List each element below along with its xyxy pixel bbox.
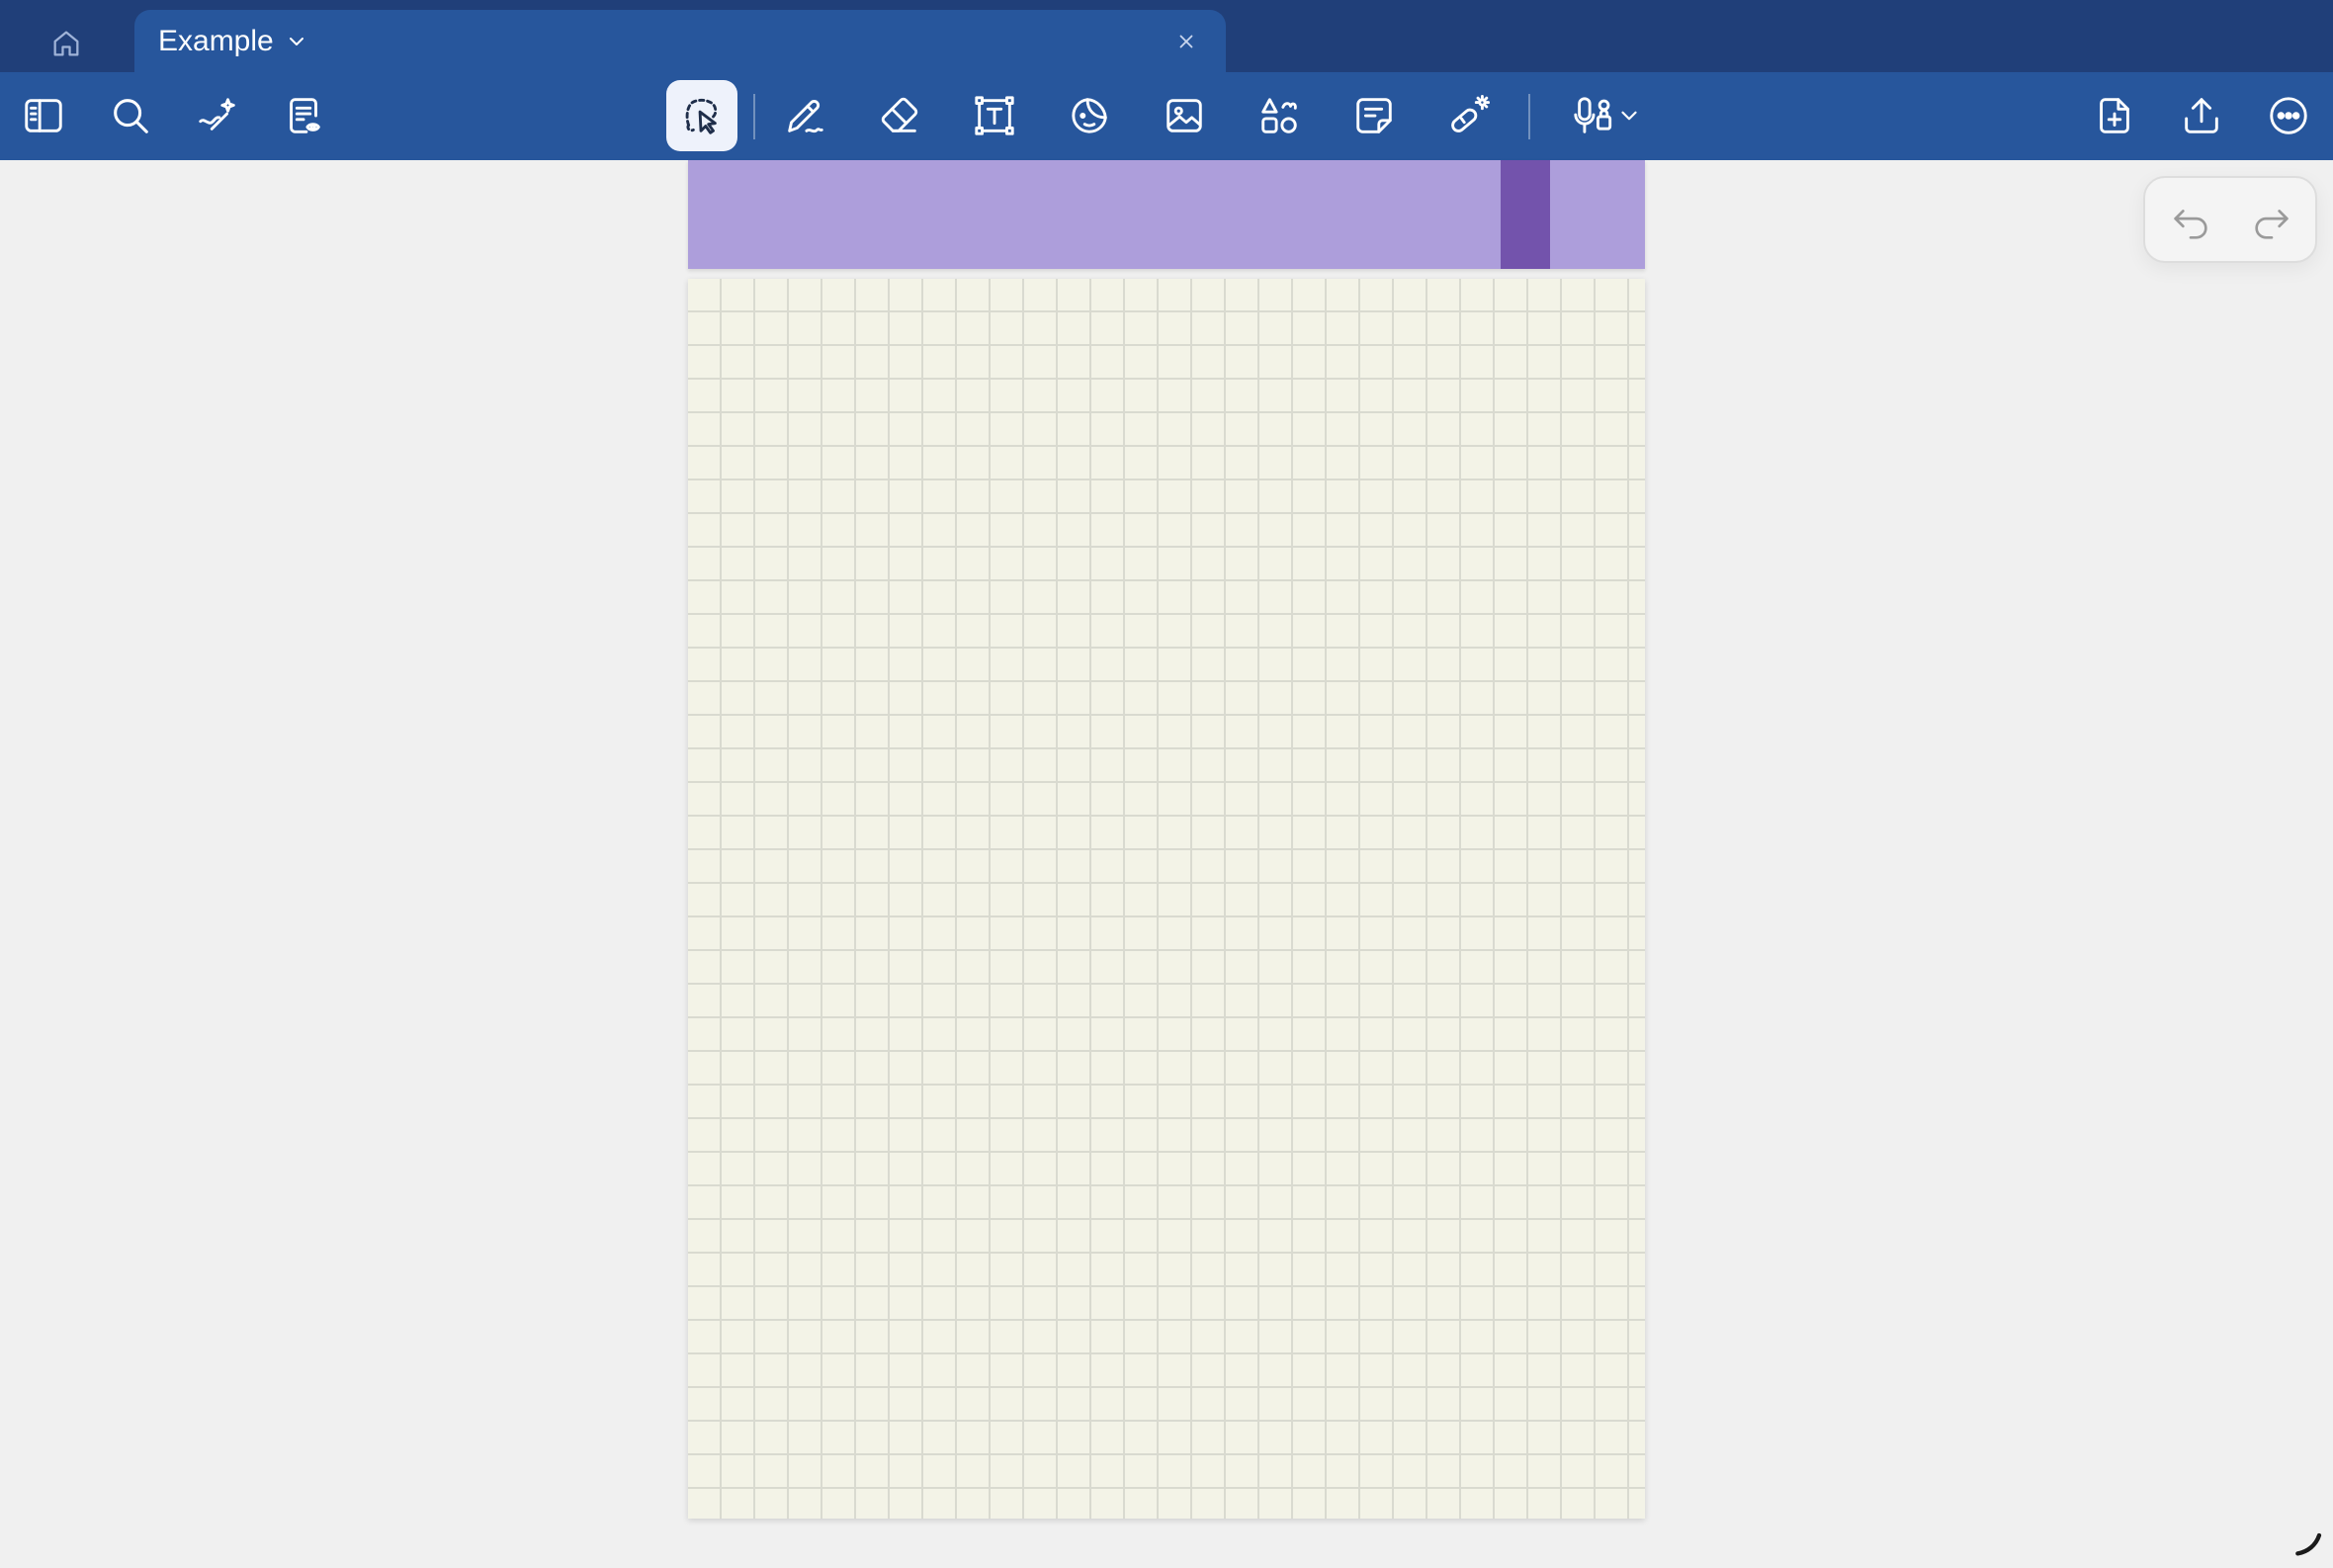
- notebook-canvas[interactable]: [0, 160, 2333, 1568]
- sticker-icon: [1072, 98, 1107, 133]
- toolbar-divider: [1528, 94, 1530, 139]
- chevron-down-icon[interactable]: [285, 30, 308, 53]
- redo-icon: [2255, 210, 2289, 239]
- share-icon: [2185, 98, 2218, 133]
- eraser-icon: [881, 97, 918, 132]
- search-icon: [114, 99, 148, 133]
- grid-paper-page[interactable]: [688, 279, 1645, 1519]
- tab-title: Example: [158, 25, 274, 57]
- toolbar-divider: [753, 94, 755, 139]
- sparkle-pen-icon: [199, 98, 235, 131]
- home-icon: [53, 31, 79, 56]
- pen-icon: [788, 99, 823, 133]
- sticky-note-icon: [1356, 98, 1392, 133]
- previous-page-bottom[interactable]: [688, 160, 1645, 269]
- text-tool-button[interactable]: [959, 80, 1030, 151]
- home-button[interactable]: [43, 21, 89, 66]
- tab-close-button[interactable]: [1172, 28, 1200, 55]
- text-box-icon: [975, 96, 1014, 135]
- add-page-icon: [2100, 98, 2129, 133]
- sticker-tool-button[interactable]: [1054, 80, 1125, 151]
- undo-button[interactable]: [2165, 196, 2216, 247]
- redo-button[interactable]: [2246, 196, 2297, 247]
- pen-tool-button[interactable]: [769, 80, 840, 151]
- share-button[interactable]: [2166, 80, 2237, 151]
- ai-assist-button[interactable]: [182, 80, 253, 151]
- lasso-tool-button[interactable]: [666, 80, 737, 151]
- image-icon: [1166, 99, 1202, 132]
- document-tab[interactable]: Example: [134, 10, 1226, 72]
- sidebar-toggle-icon: [25, 99, 62, 132]
- sidebar-toggle-button[interactable]: [8, 80, 79, 151]
- more-options-button[interactable]: [2253, 80, 2324, 151]
- close-icon: [1179, 35, 1193, 48]
- toolbar: [0, 72, 2333, 160]
- undo-redo-panel: [2143, 176, 2317, 263]
- search-button[interactable]: [95, 80, 166, 151]
- laser-pointer-icon: [1451, 95, 1490, 132]
- tab-strip: Example: [0, 0, 2333, 72]
- page-bookmark-accent: [1501, 160, 1550, 269]
- image-tool-button[interactable]: [1149, 80, 1220, 151]
- eraser-tool-button[interactable]: [864, 80, 935, 151]
- microphone-lock-icon: [1574, 97, 1612, 133]
- undo-icon: [2174, 210, 2207, 239]
- shapes-tool-button[interactable]: [1244, 80, 1315, 151]
- sticky-note-tool-button[interactable]: [1339, 80, 1410, 151]
- shapes-icon: [1261, 98, 1297, 133]
- more-options-icon: [2270, 97, 2307, 134]
- lasso-select-icon: [685, 98, 718, 134]
- chevron-down-icon: [1621, 111, 1637, 121]
- add-page-button[interactable]: [2079, 80, 2150, 151]
- record-audio-button[interactable]: [1552, 80, 1661, 151]
- document-eye-icon: [290, 98, 320, 133]
- document-view-button[interactable]: [269, 80, 340, 151]
- laser-pointer-button[interactable]: [1433, 80, 1505, 151]
- resize-handle-icon[interactable]: [2290, 1521, 2329, 1560]
